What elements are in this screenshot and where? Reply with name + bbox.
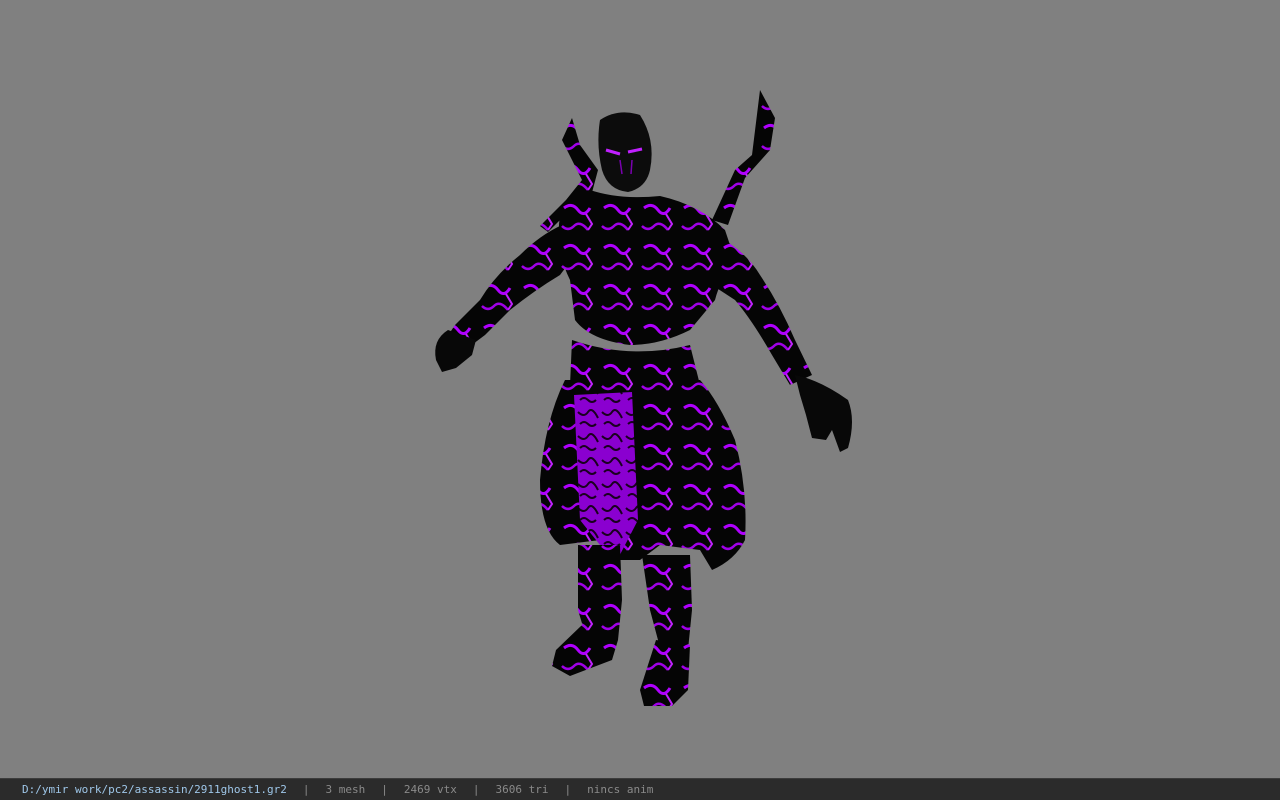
character-model <box>435 90 852 706</box>
hand-right <box>795 375 852 452</box>
head <box>598 112 652 192</box>
mesh-count: 3 mesh <box>325 783 366 796</box>
leg-right <box>642 555 692 655</box>
torso <box>558 190 735 345</box>
separator: | <box>472 783 480 796</box>
arm-left <box>445 225 575 350</box>
animation-status: nincs anim <box>587 783 654 796</box>
foot-right <box>640 640 690 706</box>
triangle-count: 3606 tri <box>495 783 549 796</box>
separator: | <box>381 783 388 796</box>
file-path: D:/ymir work/pc2/assassin/2911ghost1.gr2 <box>22 783 287 796</box>
arm-right <box>712 235 812 385</box>
robe <box>540 380 746 570</box>
vertex-count: 2469 vtx <box>403 783 457 796</box>
status-bar: D:/ymir work/pc2/assassin/2911ghost1.gr2… <box>0 778 1280 800</box>
3d-viewport[interactable] <box>0 0 1280 778</box>
scarf-ribbon-right <box>712 90 775 225</box>
separator: | <box>302 783 310 796</box>
separator: | <box>564 783 572 796</box>
